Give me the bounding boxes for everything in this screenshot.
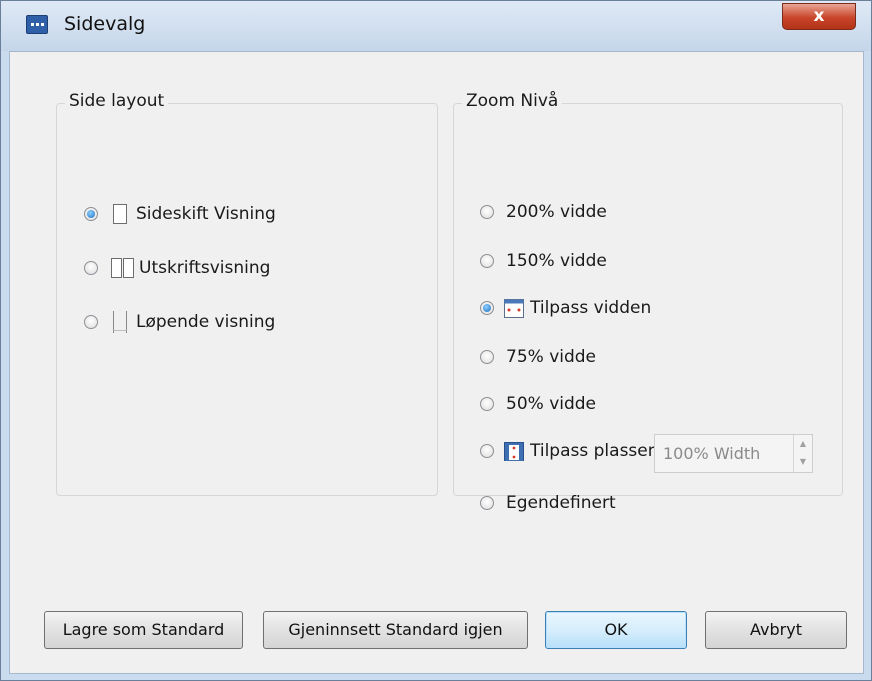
zoom-label-50: 50% vidde: [506, 394, 597, 414]
single-page-icon: [113, 204, 127, 224]
restore-default-button[interactable]: Gjeninnsett Standard igjen: [263, 611, 528, 649]
radio-zoom-200[interactable]: [480, 205, 494, 219]
zoom-label-fit-width: Tilpass vidden: [530, 298, 652, 318]
title-bar[interactable]: Sidevalg x: [1, 1, 871, 51]
side-layout-legend: Side layout: [65, 91, 169, 111]
dialog-body: Side layout Sideskift Visning Utskriftsv…: [9, 51, 864, 674]
layout-option-lopende[interactable]: Løpende visning: [84, 309, 275, 335]
custom-zoom-spinbox[interactable]: 100% Width ▲ ▼: [654, 434, 813, 473]
zoom-option-fit-width[interactable]: Tilpass vidden: [480, 295, 651, 321]
zoom-option-150[interactable]: 150% vidde: [480, 248, 607, 274]
spin-up-icon[interactable]: ▲: [794, 435, 812, 453]
zoom-label-custom: Egendefinert: [506, 493, 616, 513]
zoom-option-fit-page[interactable]: Tilpass plassen: [480, 438, 659, 464]
radio-zoom-150[interactable]: [480, 254, 494, 268]
radio-zoom-custom[interactable]: [480, 496, 494, 510]
fit-width-icon: [504, 298, 524, 318]
zoom-option-custom[interactable]: Egendefinert: [480, 490, 616, 516]
save-default-button[interactable]: Lagre som Standard: [44, 611, 243, 649]
radio-zoom-fit-page[interactable]: [480, 444, 494, 458]
zoom-label-150: 150% vidde: [506, 251, 607, 271]
radio-sideskift[interactable]: [84, 207, 98, 221]
ok-button[interactable]: OK: [545, 611, 687, 649]
layout-label-sideskift: Sideskift Visning: [136, 204, 276, 224]
close-button[interactable]: x: [782, 3, 856, 30]
app-window-icon: [26, 15, 48, 34]
radio-utskrift[interactable]: [84, 261, 98, 275]
layout-option-utskrift[interactable]: Utskriftsvisning: [84, 255, 270, 281]
layout-label-utskrift: Utskriftsvisning: [139, 258, 271, 278]
continuous-page-icon: [113, 311, 127, 333]
layout-option-sideskift[interactable]: Sideskift Visning: [84, 201, 276, 227]
zoom-label-fit-page: Tilpass plassen: [530, 441, 659, 461]
zoom-option-75[interactable]: 75% vidde: [480, 344, 596, 370]
zoom-label-200: 200% vidde: [506, 202, 607, 222]
fit-page-icon: [504, 441, 524, 461]
side-layout-group: Side layout Sideskift Visning Utskriftsv…: [56, 91, 438, 496]
zoom-label-75: 75% vidde: [506, 347, 597, 367]
spin-down-icon[interactable]: ▼: [794, 453, 812, 471]
zoom-option-200[interactable]: 200% vidde: [480, 199, 607, 225]
radio-lopende[interactable]: [84, 315, 98, 329]
zoom-option-50[interactable]: 50% vidde: [480, 391, 596, 417]
radio-zoom-fit-width[interactable]: [480, 301, 494, 315]
spin-arrows[interactable]: ▲ ▼: [793, 435, 812, 472]
layout-label-lopende: Løpende visning: [136, 312, 276, 332]
two-page-icon: [111, 258, 134, 278]
cancel-button[interactable]: Avbryt: [705, 611, 847, 649]
radio-zoom-50[interactable]: [480, 397, 494, 411]
window-title: Sidevalg: [64, 13, 146, 35]
custom-zoom-value[interactable]: 100% Width: [663, 444, 760, 463]
radio-zoom-75[interactable]: [480, 350, 494, 364]
dialog-window: Sidevalg x Side layout Sideskift Visning…: [0, 0, 872, 681]
zoom-legend: Zoom Nivå: [462, 91, 563, 111]
